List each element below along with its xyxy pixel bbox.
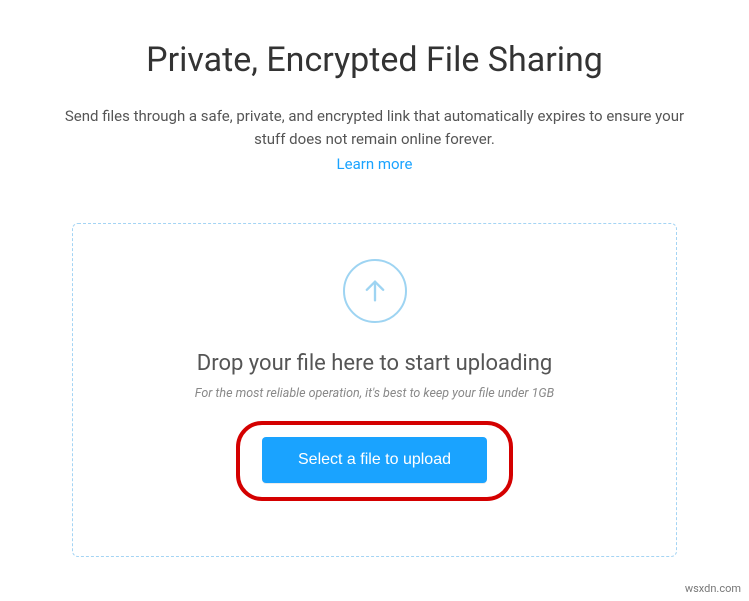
- learn-more-link[interactable]: Learn more: [337, 155, 413, 173]
- page-container: Private, Encrypted File Sharing Send fil…: [0, 0, 749, 577]
- page-title: Private, Encrypted File Sharing: [50, 40, 699, 80]
- file-dropzone[interactable]: Drop your file here to start uploading F…: [72, 223, 677, 557]
- watermark-text: wsxdn.com: [685, 582, 741, 595]
- page-description: Send files through a safe, private, and …: [50, 105, 699, 150]
- upload-arrow-icon: [343, 259, 407, 323]
- select-file-button[interactable]: Select a file to upload: [262, 437, 487, 483]
- annotation-highlight: Select a file to upload: [236, 421, 513, 501]
- dropzone-heading: Drop your file here to start uploading: [93, 351, 656, 376]
- dropzone-hint: For the most reliable operation, it's be…: [93, 386, 656, 401]
